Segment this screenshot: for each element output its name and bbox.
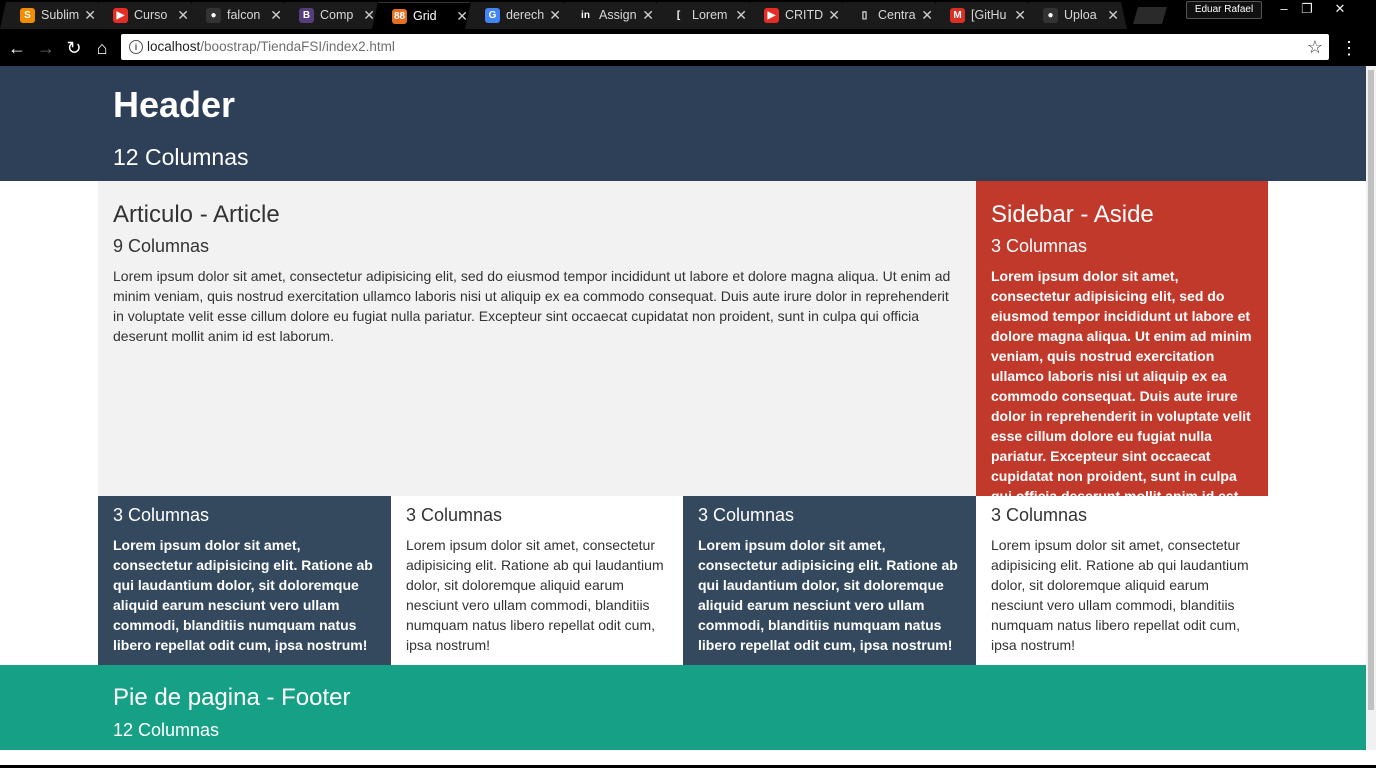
page-footer: Pie de pagina - Footer 12 Columnas <box>0 665 1366 750</box>
bookmark-star-icon[interactable]: ☆ <box>1307 35 1323 59</box>
article-subtitle: 9 Columnas <box>113 236 210 256</box>
aside-subtitle: 3 Columnas <box>991 236 1088 256</box>
browser-tab[interactable]: [Lorem ✕ <box>651 2 755 29</box>
column-title: 3 Columnas <box>113 505 210 525</box>
column-box-1: 3 Columnas Lorem ipsum dolor sit amet, c… <box>98 496 391 665</box>
article-title: Articulo - Article <box>113 201 280 228</box>
tab-label: [GitHu <box>971 8 1007 22</box>
tab-favicon-icon: B <box>299 8 314 23</box>
browser-tab[interactable]: M [GitHu ✕ <box>930 2 1034 29</box>
browser-tab[interactable]: ● falcon ✕ <box>186 2 290 29</box>
header-subtitle: 12 Columnas <box>113 144 249 170</box>
aside-title: Sidebar - Aside <box>991 201 1154 228</box>
browser-tab[interactable]: B Comp ✕ <box>279 2 383 29</box>
url-path: /boostrap/TiendaFSI/index2.html <box>200 39 395 54</box>
tab-favicon-icon: in <box>578 8 593 23</box>
reload-icon[interactable]: ↻ <box>62 36 86 60</box>
aside-text: Lorem ipsum dolor sit amet, consectetur … <box>991 268 1252 524</box>
article-text: Lorem ipsum dolor sit amet, consectetur … <box>113 268 951 344</box>
tab-label: Assign <box>599 8 637 22</box>
tab-label: CRITD <box>785 8 824 22</box>
browser-tab[interactable]: ▯ Centra ✕ <box>837 2 941 29</box>
column-box-2: 3 Columnas Lorem ipsum dolor sit amet, c… <box>391 496 684 665</box>
column-title: 3 Columnas <box>698 505 795 525</box>
tab-label: Centra <box>878 8 916 22</box>
tab-favicon-icon: ▶ <box>764 8 779 23</box>
column-title: 3 Columnas <box>991 505 1088 525</box>
tab-label: derech <box>506 8 545 22</box>
browser-tab-strip: S Sublim ✕ ▶ Curso ✕ ● falcon ✕ B Comp ✕ 88 Grid ✕ Gder… <box>0 0 1376 30</box>
sidebar-aside: Sidebar - Aside 3 Columnas Lorem ipsum d… <box>976 181 1268 524</box>
browser-tab[interactable]: S Sublim ✕ <box>0 2 104 29</box>
window-close-icon[interactable]: ✕ <box>1326 0 1354 18</box>
url-host: localhost <box>147 39 201 54</box>
footer-title: Pie de pagina - Footer <box>113 684 351 711</box>
tab-label: Comp <box>320 8 354 22</box>
tab-favicon-icon: [ <box>671 8 686 23</box>
tab-close-icon[interactable]: ✕ <box>1107 2 1119 29</box>
column-box-4: 3 Columnas Lorem ipsum dolor sit amet, c… <box>976 496 1269 665</box>
tab-favicon-icon: M <box>950 8 965 23</box>
column-box-3: 3 Columnas Lorem ipsum dolor sit amet, c… <box>683 496 976 665</box>
address-bar[interactable]: i localhost/boostrap/TiendaFSI/index2.ht… <box>121 34 1329 60</box>
column-text: Lorem ipsum dolor sit amet, consectetur … <box>406 537 664 653</box>
tab-label: falcon <box>227 8 261 22</box>
tab-label: Sublim <box>41 8 80 22</box>
tab-favicon-icon: ● <box>206 8 221 23</box>
article-section: Articulo - Article 9 Columnas Lorem ipsu… <box>98 181 976 496</box>
browser-tab[interactable]: ▶ CRITD ✕ <box>744 2 848 29</box>
column-text: Lorem ipsum dolor sit amet, consectetur … <box>991 537 1249 653</box>
restore-icon[interactable]: ❐ <box>1293 0 1321 18</box>
browser-tab[interactable]: ▶ Curso ✕ <box>93 2 197 29</box>
browser-tab[interactable]: Gderech ✕ <box>465 2 569 29</box>
forward-icon[interactable]: → <box>34 36 58 60</box>
browser-tab[interactable]: ● Uploa ✕ <box>1023 2 1127 29</box>
tab-label: Curso <box>134 8 168 22</box>
tab-label: Grid <box>413 9 437 23</box>
browser-menu-icon[interactable]: ⋮ <box>1340 36 1358 60</box>
tab-favicon-icon: ▯ <box>857 8 872 23</box>
profile-button[interactable]: Eduar Rafael <box>1186 1 1262 19</box>
browser-tab[interactable]: 88 Grid ✕ <box>372 2 476 29</box>
site-info-icon[interactable]: i <box>129 40 143 54</box>
tab-favicon-icon: ● <box>1043 8 1058 23</box>
tab-favicon-icon: G <box>485 8 500 23</box>
header-title: Header <box>113 84 236 125</box>
browser-tab[interactable]: in Assign ✕ <box>558 2 662 29</box>
back-icon[interactable]: ← <box>5 36 29 60</box>
page-header: Header 12 Columnas <box>0 66 1366 181</box>
column-text: Lorem ipsum dolor sit amet, consectetur … <box>698 537 958 653</box>
footer-subtitle: 12 Columnas <box>113 720 220 740</box>
tab-favicon-icon: 88 <box>393 11 406 22</box>
tab-label: Lorem <box>692 8 728 22</box>
home-icon[interactable]: ⌂ <box>90 36 114 60</box>
tab-favicon-icon: S <box>20 8 35 23</box>
column-text: Lorem ipsum dolor sit amet, consectetur … <box>113 537 373 653</box>
url-text[interactable]: localhost/boostrap/TiendaFSI/index2.html <box>147 34 395 60</box>
column-title: 3 Columnas <box>406 505 503 525</box>
new-tab-button[interactable] <box>1133 7 1167 24</box>
tab-favicon-icon: ▶ <box>113 8 128 23</box>
scrollbar-thumb[interactable] <box>1368 70 1374 710</box>
tab-label: Uploa <box>1064 8 1097 22</box>
